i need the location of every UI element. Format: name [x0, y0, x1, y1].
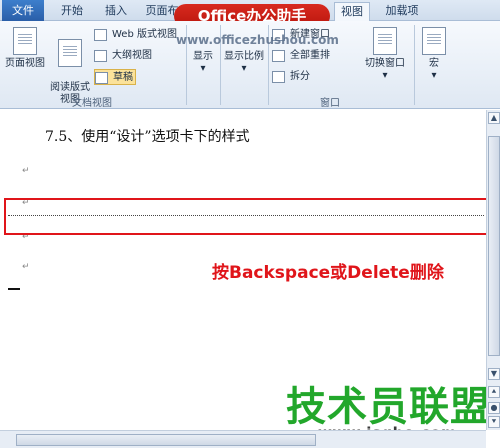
outline-icon: [94, 50, 107, 62]
tab-addins[interactable]: 加载项: [378, 2, 426, 21]
show-label: 显示: [193, 51, 213, 62]
vertical-scrollbar[interactable]: ▲ ▼ ⯅ ● ⯆: [486, 110, 500, 430]
arrange-all-button[interactable]: 全部重排: [272, 48, 330, 64]
group-divider: [414, 25, 415, 105]
macros-label: 宏: [429, 58, 439, 69]
macros-button[interactable]: 宏 ▾: [420, 27, 448, 82]
chevron-down-icon: ▾: [382, 70, 388, 81]
zoom-button[interactable]: 显示比例 ▾: [222, 51, 266, 75]
chevron-down-icon: ▾: [241, 63, 247, 74]
reading-layout-icon: [58, 39, 82, 67]
show-button[interactable]: 显示 ▾: [190, 51, 216, 75]
chevron-down-icon: ▾: [200, 63, 206, 74]
print-layout-button[interactable]: 页面视图: [4, 27, 46, 70]
print-layout-label: 页面视图: [5, 58, 45, 69]
switch-windows-label: 切换窗口: [365, 58, 405, 69]
dotted-separator-line[interactable]: [8, 215, 484, 216]
watermark-url: www.officezhushou.com: [176, 33, 339, 47]
paragraph-mark: ↵: [22, 166, 30, 176]
doc-views-group-label: 文档视图: [72, 98, 112, 109]
macros-icon: [422, 27, 446, 55]
horizontal-scroll-thumb[interactable]: [16, 434, 316, 446]
next-page-icon[interactable]: ⯆: [488, 416, 500, 428]
horizontal-scrollbar[interactable]: [0, 430, 486, 448]
browse-object-icon[interactable]: ●: [488, 402, 500, 414]
web-layout-button[interactable]: Web 版式视图: [94, 27, 177, 43]
switch-windows-icon: [373, 27, 397, 55]
highlight-box: [4, 198, 490, 235]
prev-page-icon[interactable]: ⯅: [488, 386, 500, 398]
web-layout-label: Web 版式视图: [112, 29, 177, 40]
scroll-down-icon[interactable]: ▼: [488, 368, 500, 380]
text-cursor: [8, 288, 20, 290]
tab-insert[interactable]: 插入: [98, 2, 134, 21]
window-group-label: 窗口: [320, 98, 340, 109]
split-icon: [272, 71, 285, 83]
scroll-thumb[interactable]: [488, 136, 500, 356]
instruction-text: 按Backspace或Delete删除: [212, 263, 444, 283]
draft-icon: [95, 72, 108, 84]
draft-view-button[interactable]: 草稿: [94, 69, 136, 85]
zoom-label: 显示比例: [224, 51, 264, 62]
switch-windows-button[interactable]: 切换窗口 ▾: [362, 27, 408, 82]
split-button[interactable]: 拆分: [272, 69, 310, 85]
tab-view[interactable]: 视图: [334, 2, 370, 22]
paragraph-mark: ↵: [22, 262, 30, 272]
outline-view-label: 大纲视图: [112, 50, 152, 61]
chevron-down-icon: ▾: [431, 70, 437, 81]
split-label: 拆分: [290, 71, 310, 82]
tab-home[interactable]: 开始: [52, 2, 92, 21]
tab-file[interactable]: 文件: [2, 0, 44, 21]
outline-view-button[interactable]: 大纲视图: [94, 48, 152, 64]
print-layout-icon: [13, 27, 37, 55]
scroll-up-icon[interactable]: ▲: [488, 112, 500, 124]
web-layout-icon: [94, 29, 107, 41]
arrange-all-label: 全部重排: [290, 50, 330, 61]
draft-view-label: 草稿: [113, 72, 133, 83]
arrange-all-icon: [272, 50, 285, 62]
document-heading: 7.5、使用“设计”选项卡下的样式: [45, 129, 250, 145]
